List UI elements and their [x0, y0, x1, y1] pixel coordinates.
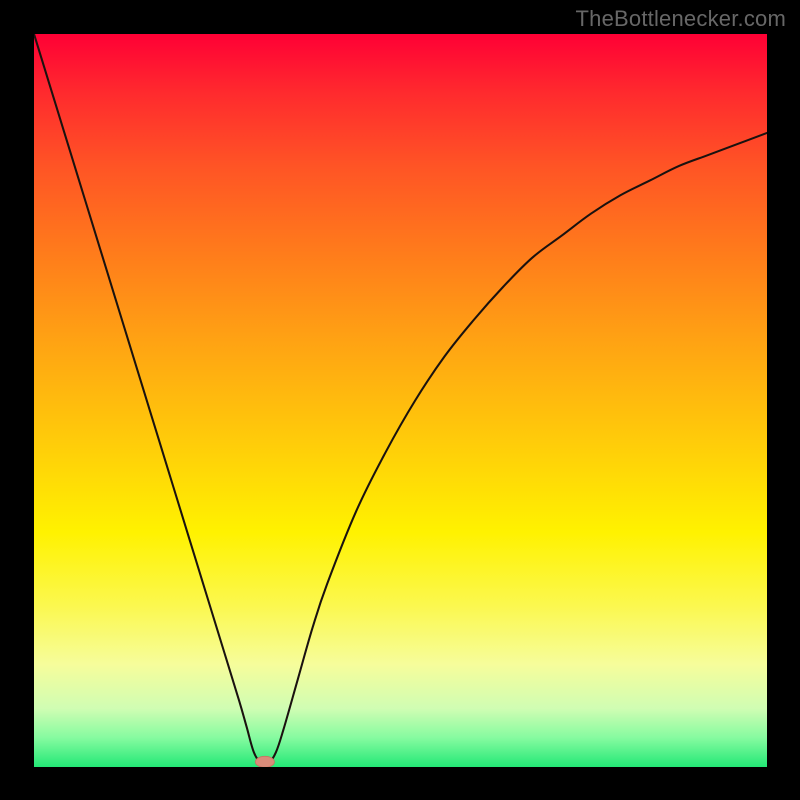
plot-area — [34, 34, 767, 767]
watermark-text: TheBottlenecker.com — [576, 6, 786, 32]
curve-svg — [34, 34, 767, 767]
min-marker — [255, 756, 274, 767]
bottleneck-curve — [34, 34, 767, 765]
chart-frame: TheBottlenecker.com — [0, 0, 800, 800]
